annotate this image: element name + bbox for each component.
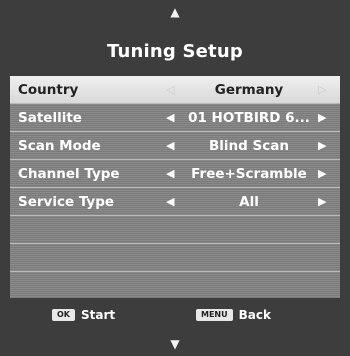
left-arrow-icon[interactable]: ◀ [166,195,174,208]
divider [10,243,340,244]
tuning-setup-window: ▲ Tuning Setup Country ◁ Germany ▷ Satel… [0,0,350,356]
right-arrow-icon[interactable]: ▶ [318,167,326,180]
setting-value: Germany [214,81,284,98]
setting-value: Blind Scan [209,137,289,154]
menu-key-icon: MENU [196,309,233,321]
divider [10,215,340,216]
right-arrow-icon[interactable]: ▶ [318,195,326,208]
left-arrow-icon[interactable]: ◁ [166,83,174,96]
right-arrow-icon[interactable]: ▷ [318,83,326,96]
setting-value: 01 HOTBIRD 6... [188,109,310,126]
footer-hints: OK Start MENU Back [10,300,340,330]
right-arrow-icon[interactable]: ▶ [318,111,326,124]
setting-value: Free+Scramble [191,165,307,182]
setting-label: Channel Type [18,165,120,182]
page-title: Tuning Setup [107,40,243,62]
setting-row-channel-type[interactable]: Channel Type ◀ Free+Scramble ▶ [10,160,340,187]
setting-label: Satellite [18,109,82,126]
settings-list: Country ◁ Germany ▷ Satellite ◀ 01 HOTBI… [10,76,340,298]
setting-label: Service Type [18,193,115,210]
setting-row-country[interactable]: Country ◁ Germany ▷ [10,76,340,103]
left-arrow-icon[interactable]: ◀ [166,139,174,152]
right-arrow-icon[interactable]: ▶ [318,139,326,152]
left-arrow-icon[interactable]: ◀ [166,167,174,180]
divider [10,271,340,272]
start-hint[interactable]: OK Start [52,308,115,322]
left-arrow-icon[interactable]: ◀ [166,111,174,124]
setting-label: Scan Mode [18,137,101,154]
setting-row-service-type[interactable]: Service Type ◀ All ▶ [10,188,340,215]
start-label: Start [81,308,116,322]
back-label: Back [238,308,271,322]
setting-label: Country [18,81,79,98]
setting-row-satellite[interactable]: Satellite ◀ 01 HOTBIRD 6... ▶ [10,104,340,131]
scroll-up-icon[interactable]: ▲ [0,0,350,24]
ok-key-icon: OK [52,309,75,321]
scroll-down-icon[interactable]: ▼ [0,332,350,356]
setting-value: All [239,193,259,210]
setting-row-scan-mode[interactable]: Scan Mode ◀ Blind Scan ▶ [10,132,340,159]
back-hint[interactable]: MENU Back [196,308,271,322]
